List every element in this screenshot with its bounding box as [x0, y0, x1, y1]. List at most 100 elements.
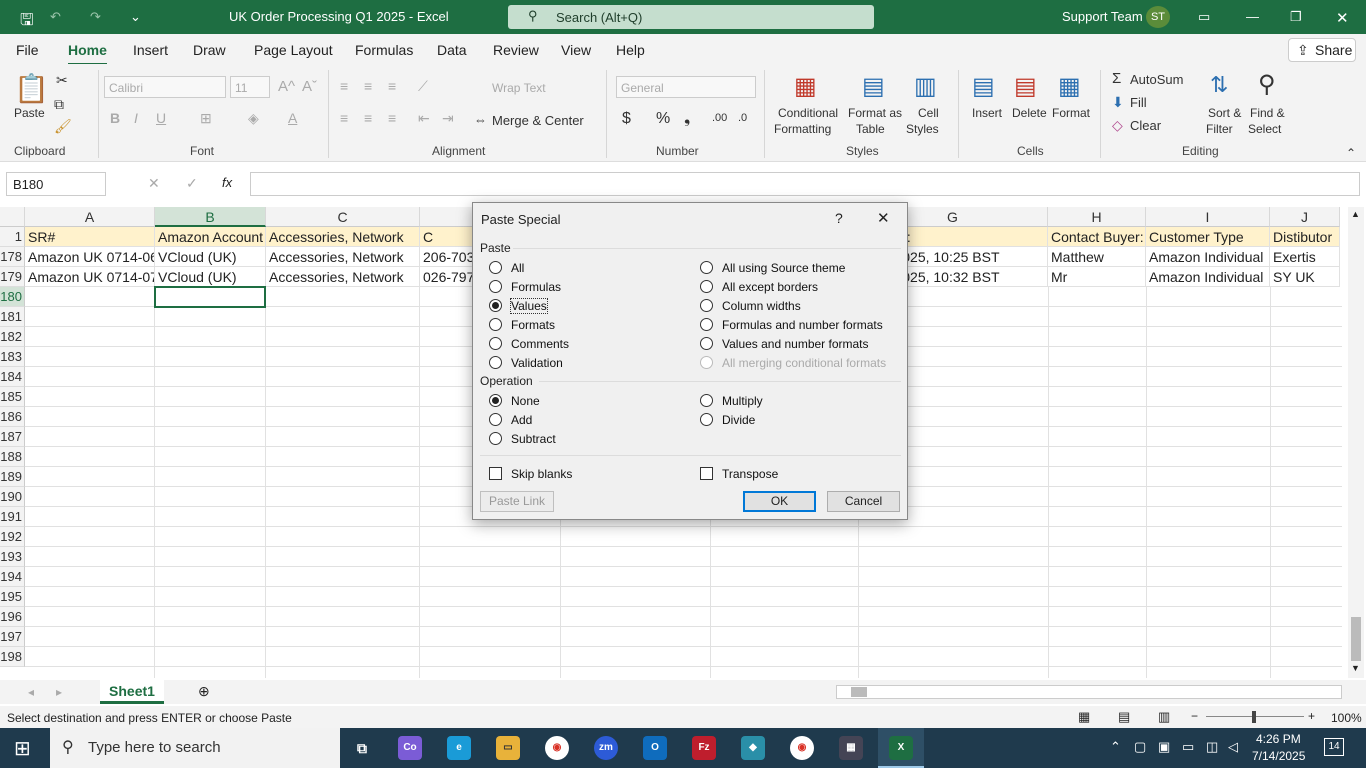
radio-formulas[interactable]: Formulas	[489, 280, 561, 294]
font-size-select[interactable]: 11	[230, 76, 270, 98]
radio-all[interactable]: All	[489, 261, 524, 275]
file-explorer-icon[interactable]: ▭	[496, 736, 520, 760]
minimize-icon[interactable]: —	[1246, 9, 1259, 24]
radio-divide[interactable]: Divide	[700, 413, 755, 427]
italic-icon[interactable]: I	[134, 110, 138, 126]
app-icon[interactable]: ◆	[741, 736, 765, 760]
redo-icon[interactable]: ↷	[90, 9, 101, 25]
conditional-formatting-icon[interactable]: ▦	[794, 72, 817, 101]
clear-button[interactable]: Clear	[1130, 118, 1161, 133]
radio-column-widths[interactable]: Column widths	[700, 299, 801, 313]
clock-date[interactable]: 7/14/2025	[1252, 749, 1305, 763]
row-header[interactable]: 178	[0, 247, 25, 267]
row-header[interactable]: 197	[0, 627, 25, 647]
radio-all-using-source-theme[interactable]: All using Source theme	[700, 261, 845, 275]
checkbox-transpose[interactable]: Transpose	[700, 467, 778, 481]
filezilla-icon[interactable]: Fz	[692, 736, 716, 760]
show-hidden-icons[interactable]: ⌃	[1110, 739, 1121, 755]
table-cell[interactable]: Accessories, Network	[266, 267, 420, 287]
row-header[interactable]: 187	[0, 427, 25, 447]
tab-draw[interactable]: Draw	[193, 42, 226, 58]
decrease-decimal-icon[interactable]: .0	[738, 112, 747, 124]
tab-page-layout[interactable]: Page Layout	[254, 42, 333, 58]
cell-styles-l2[interactable]: Styles	[906, 122, 939, 136]
align-bottom-icon[interactable]: ≡	[388, 78, 396, 94]
radio-validation[interactable]: Validation	[489, 356, 563, 370]
share-button[interactable]: ⇪ Share	[1288, 38, 1356, 62]
table-cell[interactable]: Accessories, Network	[266, 247, 420, 267]
select-all-corner[interactable]	[0, 207, 25, 227]
row-header[interactable]: 185	[0, 387, 25, 407]
row-header[interactable]: 183	[0, 347, 25, 367]
add-sheet-icon[interactable]: ⊕	[198, 683, 210, 700]
column-header-h[interactable]: H	[1048, 207, 1146, 227]
column-header-i[interactable]: I	[1146, 207, 1270, 227]
format-as-table-icon[interactable]: ▤	[862, 72, 885, 101]
cancel-button[interactable]: Cancel	[827, 491, 900, 512]
increase-decimal-icon[interactable]: .00	[712, 112, 727, 124]
chrome-icon[interactable]: ◉	[545, 736, 569, 760]
conditional-formatting-l1[interactable]: Conditional	[778, 106, 838, 120]
insert-cells-icon[interactable]: ▤	[972, 72, 995, 101]
font-name-select[interactable]: Calibri	[104, 76, 226, 98]
fill-button[interactable]: Fill	[1130, 95, 1147, 110]
table-cell[interactable]: Amazon Individual	[1146, 247, 1270, 267]
borders-icon[interactable]: ⊞	[200, 110, 212, 127]
clear-icon[interactable]: ◇	[1112, 117, 1123, 134]
table-cell[interactable]: VCloud (UK)	[155, 267, 266, 287]
scroll-down-icon[interactable]: ▼	[1351, 663, 1360, 673]
dialog-close-icon[interactable]: ✕	[877, 209, 890, 227]
autosum-icon[interactable]: Σ	[1112, 70, 1121, 87]
wrap-text-button[interactable]: Wrap Text	[492, 81, 546, 95]
row-header[interactable]: 184	[0, 367, 25, 387]
align-top-icon[interactable]: ≡	[340, 78, 348, 94]
tab-file[interactable]: File	[16, 42, 39, 58]
row-header[interactable]: 192	[0, 527, 25, 547]
radio-all-except-borders[interactable]: All except borders	[700, 280, 818, 294]
network-icon[interactable]: ◫	[1206, 739, 1218, 755]
row-header[interactable]: 190	[0, 487, 25, 507]
tab-home[interactable]: Home	[68, 42, 107, 66]
tab-view[interactable]: View	[561, 42, 591, 58]
page-break-view-icon[interactable]: ▥	[1158, 709, 1170, 725]
windows-start-icon[interactable]: ⊞	[14, 736, 31, 761]
task-view-icon[interactable]: ⧉	[350, 736, 374, 760]
align-right-icon[interactable]: ≡	[388, 110, 396, 126]
row-header[interactable]: 1	[0, 227, 25, 247]
insert-cells-button[interactable]: Insert	[972, 106, 1002, 120]
table-cell[interactable]: Amazon Individual	[1146, 267, 1270, 287]
insert-function-icon[interactable]: fx	[222, 175, 232, 190]
cut-icon[interactable]: ✂	[56, 72, 68, 89]
horizontal-scrollbar[interactable]	[836, 685, 1342, 699]
user-name[interactable]: Support Team	[1062, 9, 1143, 24]
avatar[interactable]: ST	[1146, 6, 1170, 28]
comma-icon[interactable]: ❟	[684, 110, 690, 128]
header-cell[interactable]: Amazon Account	[155, 227, 266, 247]
sheet-tab-sheet1[interactable]: Sheet1	[100, 680, 164, 704]
align-left-icon[interactable]: ≡	[340, 110, 348, 126]
font-color-icon[interactable]: A	[288, 110, 297, 126]
table-cell[interactable]: Amazon UK 0714-07	[25, 267, 155, 287]
collapse-ribbon-icon[interactable]: ⌃	[1346, 146, 1356, 160]
excel-taskbar-active[interactable]: X	[878, 728, 924, 768]
align-center-icon[interactable]: ≡	[364, 110, 372, 126]
radio-none[interactable]: None	[489, 394, 540, 408]
normal-view-icon[interactable]: ▦	[1078, 709, 1090, 725]
table-cell[interactable]: Matthew	[1048, 247, 1146, 267]
increase-indent-icon[interactable]: ⇥	[442, 110, 454, 127]
conditional-formatting-l2[interactable]: Formatting	[774, 122, 831, 136]
row-header[interactable]: 182	[0, 327, 25, 347]
radio-subtract[interactable]: Subtract	[489, 432, 556, 446]
table-cell[interactable]: Mr	[1048, 267, 1146, 287]
row-header[interactable]: 179	[0, 267, 25, 287]
format-as-table-l1[interactable]: Format as	[848, 106, 902, 120]
tab-data[interactable]: Data	[437, 42, 467, 58]
radio-comments[interactable]: Comments	[489, 337, 569, 351]
prev-sheet-icon[interactable]: ◂	[28, 685, 34, 699]
tab-formulas[interactable]: Formulas	[355, 42, 413, 58]
underline-icon[interactable]: U	[156, 110, 166, 126]
sort-filter-l1[interactable]: Sort &	[1208, 106, 1241, 120]
bold-icon[interactable]: B	[110, 110, 120, 126]
format-cells-button[interactable]: Format	[1052, 106, 1090, 120]
search-box[interactable]: ⚲ Search (Alt+Q)	[508, 5, 874, 29]
